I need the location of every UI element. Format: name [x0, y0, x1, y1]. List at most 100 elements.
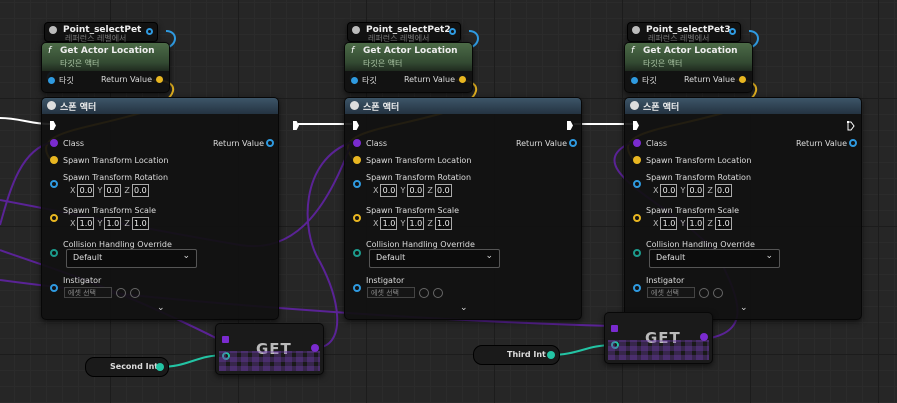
rotation-z-field[interactable]: 0.0 — [714, 184, 732, 197]
scale-x-field[interactable]: 1.0 — [380, 217, 398, 230]
collision-dropdown[interactable]: Default ⌄ — [369, 249, 500, 268]
search-icon[interactable] — [130, 288, 140, 298]
class-pin[interactable] — [353, 139, 361, 147]
int-output-pin[interactable] — [156, 363, 164, 371]
vector-output-pin[interactable] — [739, 76, 746, 83]
scale-x-field[interactable]: 1.0 — [77, 217, 95, 230]
array-input-pin[interactable] — [222, 336, 229, 343]
rotation-z-field[interactable]: 0.0 — [131, 184, 149, 197]
collision-pin[interactable] — [353, 249, 361, 257]
get-actor-location-node[interactable]: f Get Actor Location 타깃은 액터 타깃 Return Va… — [624, 42, 753, 93]
scale-z-field[interactable]: 1.0 — [714, 217, 732, 230]
object-output-pin[interactable] — [146, 28, 153, 35]
expand-chevron-icon[interactable]: ⌄ — [740, 303, 748, 313]
location-label: Spawn Transform Location — [646, 156, 752, 165]
browse-icon[interactable] — [699, 288, 709, 298]
node-header: f Get Actor Location 타깃은 액터 — [345, 43, 472, 71]
target-pin-row[interactable]: 타깃 — [351, 75, 377, 86]
int-variable-name: Second Int — [110, 362, 159, 371]
scale-fields: X 1.0 Y 1.0 Z 1.0 — [373, 217, 455, 230]
location-label: Spawn Transform Location — [366, 156, 472, 165]
instigator-asset-picker[interactable]: 에셋 선택 — [64, 287, 140, 298]
browse-icon[interactable] — [419, 288, 429, 298]
variable-node-point-selectpet3[interactable]: Point_selectPet3 레퍼런스 레벨에서 — [627, 22, 741, 43]
instigator-pin[interactable] — [50, 284, 58, 292]
spawn-actor-node[interactable]: 스폰 액터 Class Return Value Spawn Transform… — [344, 97, 582, 320]
collision-dropdown[interactable]: Default ⌄ — [66, 249, 197, 268]
collision-pin[interactable] — [633, 249, 641, 257]
instigator-pin[interactable] — [633, 284, 641, 292]
location-pin[interactable] — [50, 156, 58, 164]
scale-x-field[interactable]: 1.0 — [660, 217, 678, 230]
object-output-pin[interactable] — [729, 28, 736, 35]
scale-y-field[interactable]: 1.0 — [407, 217, 425, 230]
spawn-actor-node[interactable]: 스폰 액터 Class Return Value Spawn Transform… — [41, 97, 279, 320]
rotation-z-field[interactable]: 0.0 — [434, 184, 452, 197]
int-output-pin[interactable] — [547, 351, 555, 359]
return-value-pin-row[interactable]: Return Value — [684, 75, 746, 84]
class-pin[interactable] — [50, 139, 58, 147]
array-get-node-1[interactable]: GET — [215, 323, 324, 375]
return-value-label: Return Value — [795, 139, 847, 148]
return-value-pin[interactable] — [266, 139, 274, 147]
return-value-pin[interactable] — [849, 139, 857, 147]
object-output-pin[interactable] — [449, 28, 456, 35]
get-actor-location-node[interactable]: f Get Actor Location 타깃은 액터 타깃 Return Va… — [344, 42, 473, 93]
expand-chevron-icon[interactable]: ⌄ — [460, 303, 468, 313]
node-header: 스폰 액터 — [345, 98, 581, 114]
scale-pin[interactable] — [633, 214, 641, 222]
instigator-asset-picker[interactable]: 에셋 선택 — [367, 287, 443, 298]
rotation-y-field[interactable]: 0.0 — [407, 184, 425, 197]
instigator-asset-picker[interactable]: 에셋 선택 — [647, 287, 723, 298]
scale-pin[interactable] — [353, 214, 361, 222]
asset-select-box[interactable]: 에셋 선택 — [64, 287, 112, 298]
target-pin[interactable] — [351, 77, 358, 84]
expand-chevron-icon[interactable]: ⌄ — [157, 303, 165, 313]
location-pin[interactable] — [353, 156, 361, 164]
rotation-y-field[interactable]: 0.0 — [104, 184, 122, 197]
spawn-actor-icon — [630, 101, 639, 110]
collision-label: Collision Handling Override — [63, 240, 172, 249]
variable-node-point-selectpet2[interactable]: Point_selectPet2 레퍼런스 레벨에서 — [347, 22, 461, 43]
target-pin[interactable] — [631, 77, 638, 84]
array-get-node-2[interactable]: GET — [604, 312, 713, 364]
scale-label: Spawn Transform Scale — [366, 206, 460, 215]
class-pin[interactable] — [633, 139, 641, 147]
instigator-pin[interactable] — [353, 284, 361, 292]
variable-node-point-selectpet[interactable]: Point_selectPet 레퍼런스 레벨에서 — [44, 22, 158, 43]
target-pin[interactable] — [48, 77, 55, 84]
search-icon[interactable] — [713, 288, 723, 298]
spawn-actor-node[interactable]: 스폰 액터 Class Return Value Spawn Transform… — [624, 97, 862, 320]
collision-pin[interactable] — [50, 249, 58, 257]
scale-z-field[interactable]: 1.0 — [434, 217, 452, 230]
browse-icon[interactable] — [116, 288, 126, 298]
scale-y-field[interactable]: 1.0 — [104, 217, 122, 230]
scale-y-field[interactable]: 1.0 — [687, 217, 705, 230]
scale-z-field[interactable]: 1.0 — [131, 217, 149, 230]
return-value-pin[interactable] — [569, 139, 577, 147]
asset-select-box[interactable]: 에셋 선택 — [367, 287, 415, 298]
rotation-pin[interactable] — [50, 180, 58, 188]
rotation-y-field[interactable]: 0.0 — [687, 184, 705, 197]
search-icon[interactable] — [433, 288, 443, 298]
scale-pin[interactable] — [50, 214, 58, 222]
location-pin[interactable] — [633, 156, 641, 164]
rotation-pin[interactable] — [353, 180, 361, 188]
target-pin-row[interactable]: 타깃 — [48, 75, 74, 86]
collision-dropdown[interactable]: Default ⌄ — [649, 249, 780, 268]
vector-output-pin[interactable] — [459, 76, 466, 83]
rotation-x-field[interactable]: 0.0 — [660, 184, 678, 197]
rotation-x-field[interactable]: 0.0 — [380, 184, 398, 197]
class-label: Class — [366, 139, 388, 148]
vector-output-pin[interactable] — [156, 76, 163, 83]
return-value-pin-row[interactable]: Return Value — [101, 75, 163, 84]
int-variable-second-int[interactable]: Second Int — [85, 357, 169, 377]
array-input-pin[interactable] — [611, 325, 618, 332]
return-value-pin-row[interactable]: Return Value — [404, 75, 466, 84]
asset-select-box[interactable]: 에셋 선택 — [647, 287, 695, 298]
rotation-x-field[interactable]: 0.0 — [77, 184, 95, 197]
int-variable-third-int[interactable]: Third Int — [473, 345, 560, 365]
target-pin-row[interactable]: 타깃 — [631, 75, 657, 86]
get-actor-location-node[interactable]: f Get Actor Location 타깃은 액터 타깃 Return Va… — [41, 42, 170, 93]
rotation-pin[interactable] — [633, 180, 641, 188]
